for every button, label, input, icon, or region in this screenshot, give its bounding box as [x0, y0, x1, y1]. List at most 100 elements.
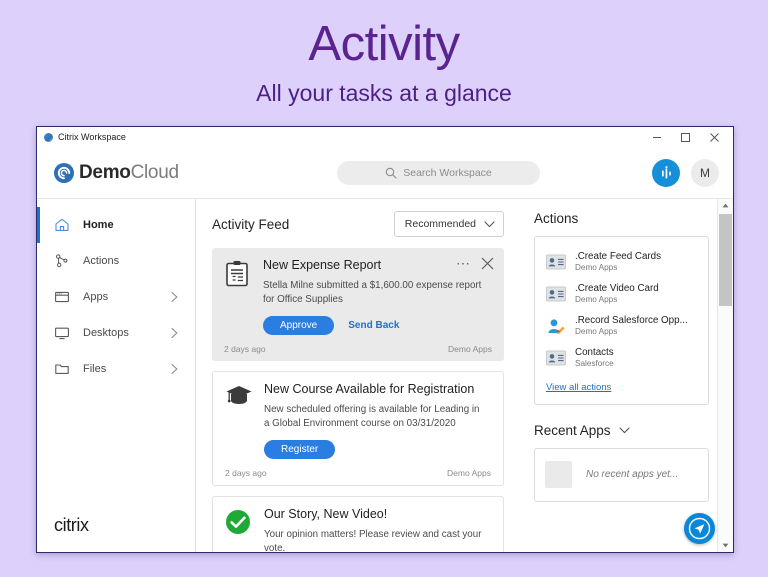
- desktop-icon: [55, 327, 69, 340]
- hero-section: Activity All your tasks at a glance: [0, 0, 768, 107]
- action-text: .Create Feed Cards Demo Apps: [575, 251, 661, 274]
- feed-filter-dropdown[interactable]: Recommended: [393, 211, 504, 237]
- search-area: Search Workspace: [258, 161, 619, 185]
- header-right-controls: M: [619, 159, 719, 187]
- search-input[interactable]: Search Workspace: [337, 161, 540, 185]
- action-text: Contacts Salesforce: [575, 347, 614, 370]
- sidebar-item-desktops[interactable]: Desktops: [37, 315, 195, 351]
- caret-up-icon: [722, 203, 729, 208]
- citrix-app-icon: [44, 132, 53, 142]
- sidebar-item-files[interactable]: Files: [37, 351, 195, 387]
- app-thumbnail-placeholder: [545, 461, 572, 489]
- feed-card[interactable]: New Course Available for Registration Ne…: [212, 371, 504, 487]
- sidebar-item-label: Files: [83, 363, 107, 375]
- chevron-right-icon: [171, 363, 178, 375]
- send-back-link[interactable]: Send Back: [348, 320, 399, 331]
- graduation-cap-icon: [226, 386, 252, 405]
- sidebar-item-label: Desktops: [83, 327, 129, 339]
- card-main: Our Story, New Video! Your opinion matte…: [264, 507, 491, 552]
- recent-apps-title: Recent Apps: [534, 422, 611, 438]
- card-main: New Course Available for Registration Ne…: [264, 382, 491, 460]
- action-item[interactable]: Contacts Salesforce: [544, 343, 699, 375]
- feed-card[interactable]: ⋯ New Expense Report Stella Milne submit…: [212, 248, 504, 362]
- action-name: Contacts: [575, 346, 614, 358]
- recent-apps-panel: No recent apps yet...: [534, 447, 709, 502]
- person-edit-icon: [548, 319, 565, 335]
- action-item[interactable]: .Create Video Card Demo Apps: [544, 279, 699, 311]
- chevron-right-icon: [171, 291, 178, 303]
- brand-logo[interactable]: DemoCloud: [53, 162, 258, 184]
- minimize-button[interactable]: [642, 128, 671, 147]
- expense-report-icon: [226, 261, 248, 287]
- avatar[interactable]: M: [691, 159, 719, 187]
- card-menu-button[interactable]: ⋯: [456, 256, 471, 271]
- apps-icon: [55, 291, 69, 303]
- card-title: New Expense Report: [263, 258, 382, 272]
- action-item[interactable]: .Create Feed Cards Demo Apps: [544, 247, 699, 279]
- contact-card-icon: [546, 350, 566, 366]
- sidebar-item-label: Apps: [83, 291, 109, 303]
- assistant-fab[interactable]: [684, 513, 715, 544]
- card-description: Your opinion matters! Please review and …: [264, 528, 482, 552]
- contact-card-icon: [546, 255, 566, 270]
- recent-apps-section: Recent Apps No recent apps yet...: [534, 423, 709, 502]
- card-icon-wrap: [225, 382, 253, 459]
- home-icon: [55, 218, 69, 231]
- card-description: New scheduled offering is available for …: [264, 403, 480, 429]
- caret-down-icon: [722, 543, 729, 548]
- search-icon: [385, 167, 397, 179]
- view-all-actions-link[interactable]: View all actions: [546, 382, 611, 393]
- scroll-up-button[interactable]: [718, 199, 733, 212]
- feed-bars-icon: [661, 165, 671, 178]
- window-controls: [642, 128, 729, 147]
- card-title: Our Story, New Video!: [264, 507, 388, 522]
- window-titlebar: Citrix Workspace: [37, 127, 733, 148]
- card-source: Demo Apps: [447, 468, 491, 479]
- card-icon-wrap: [224, 258, 252, 335]
- actions-panel: .Create Feed Cards Demo Apps .Create Vid…: [534, 236, 709, 405]
- card-icon-wrap: [225, 507, 253, 552]
- sidebar-item-label: Home: [83, 219, 114, 231]
- sidebar-item-home[interactable]: Home: [37, 207, 195, 243]
- chevron-down-icon: [484, 220, 495, 227]
- right-column: Actions .Create Feed Cards Demo Apps .Cr…: [520, 199, 717, 552]
- recent-apps-empty-text: No recent apps yet...: [586, 469, 679, 481]
- maximize-button[interactable]: [671, 128, 700, 147]
- send-arrow-icon: [688, 517, 711, 540]
- brand-name-bold: Demo: [79, 162, 131, 183]
- activity-feed-column: Activity Feed Recommended ⋯ New Expense …: [196, 199, 520, 552]
- search-placeholder: Search Workspace: [403, 167, 492, 179]
- card-footer: 2 days ago Demo Apps: [225, 459, 491, 485]
- actions-panel-title: Actions: [534, 211, 579, 226]
- action-item[interactable]: .Record Salesforce Opp... Demo Apps: [544, 311, 699, 343]
- green-check-icon: [226, 510, 250, 535]
- activity-feed-button[interactable]: [652, 159, 680, 187]
- card-timestamp: 2 days ago: [225, 468, 267, 479]
- scroll-down-button[interactable]: [718, 539, 733, 552]
- register-button[interactable]: Register: [264, 440, 336, 460]
- feed-title: Activity Feed: [212, 216, 290, 232]
- contact-card-icon: [546, 286, 566, 302]
- feed-card[interactable]: Our Story, New Video! Your opinion matte…: [212, 496, 504, 552]
- vertical-scrollbar[interactable]: [717, 199, 733, 552]
- sidebar-item-actions[interactable]: Actions: [37, 243, 195, 279]
- scrollbar-thumb[interactable]: [719, 214, 732, 306]
- close-icon[interactable]: [481, 257, 494, 270]
- scrollbar-track[interactable]: [718, 212, 733, 539]
- actions-icon: [55, 254, 68, 268]
- action-name: .Create Feed Cards: [575, 251, 662, 262]
- approve-button[interactable]: Approve: [263, 316, 335, 336]
- card-tools: ⋯: [456, 256, 494, 271]
- recent-apps-header[interactable]: Recent Apps: [534, 423, 709, 438]
- card-top: New Course Available for Registration Ne…: [225, 382, 491, 460]
- page-subtitle: All your tasks at a glance: [256, 80, 512, 107]
- chevron-down-icon: [619, 427, 630, 433]
- sidebar-item-label: Actions: [83, 255, 120, 267]
- brand-name-light: Cloud: [130, 162, 179, 183]
- citrix-workspace-window: Citrix Workspace DemoCloud Search Worksp…: [36, 126, 734, 553]
- action-source: Salesforce: [575, 358, 614, 368]
- window-title: Citrix Workspace: [58, 132, 126, 142]
- sidebar-item-apps[interactable]: Apps: [37, 279, 195, 315]
- close-button[interactable]: [700, 128, 729, 147]
